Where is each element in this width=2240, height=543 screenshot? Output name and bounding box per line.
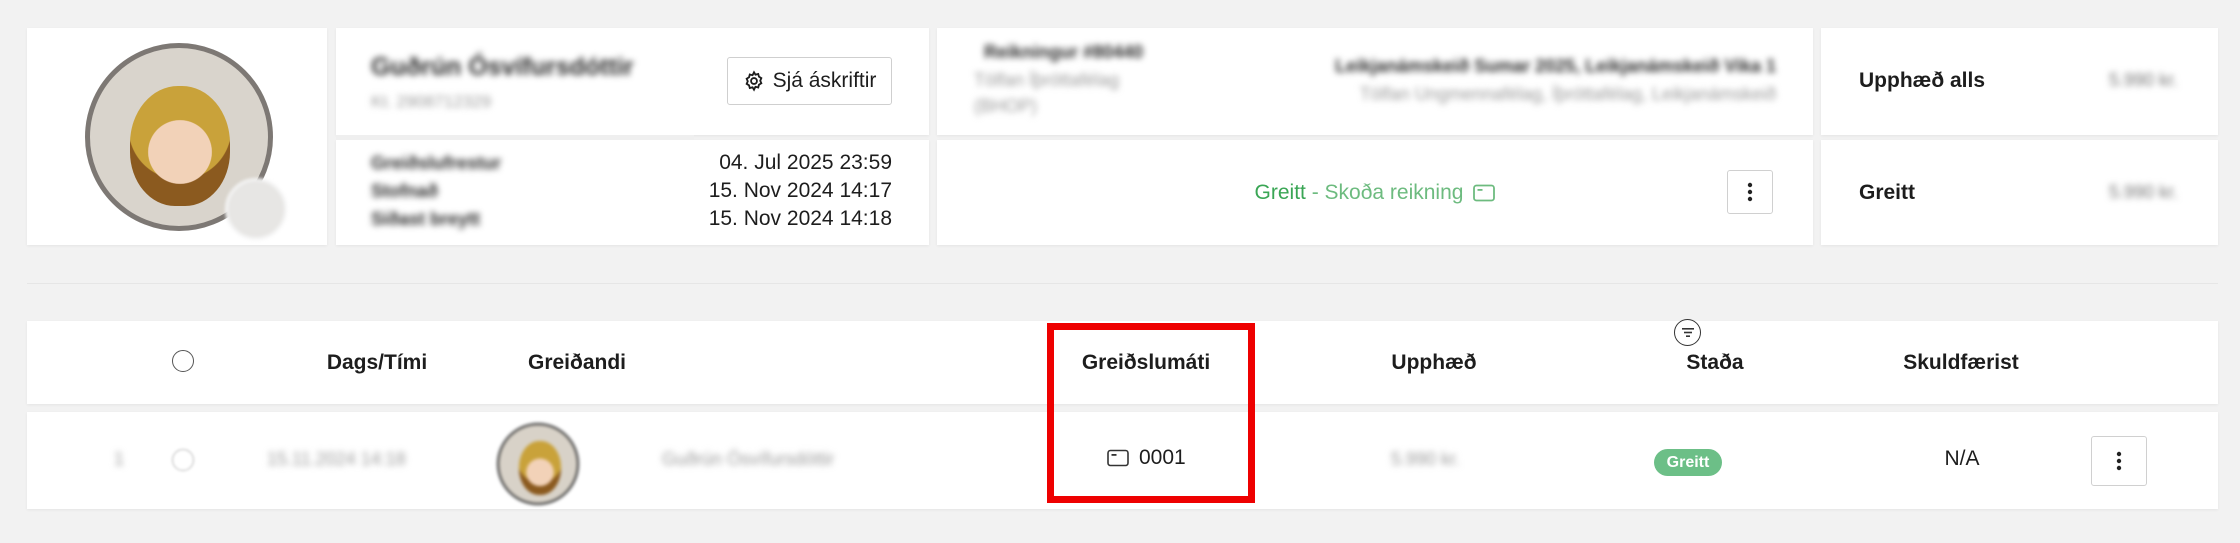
- paid-card: Greitt 5.990 kr.: [1821, 140, 2218, 245]
- row-date: 15.11.2024 14:18: [267, 449, 406, 469]
- more-vertical-icon: [1747, 182, 1753, 202]
- avatar-badge-icon: [225, 178, 287, 240]
- status-badge: Greitt: [1654, 449, 1722, 476]
- status-paid-text: Greitt: [1254, 180, 1306, 204]
- row-actions-button[interactable]: [2091, 436, 2147, 486]
- invoice-status: Greitt - Skoða reikning: [937, 140, 1813, 245]
- card-icon: [1473, 184, 1496, 201]
- invoice-number: Reikningur #80440: [984, 42, 1144, 62]
- total-card: Upphæð alls 5.990 kr.: [1821, 28, 2218, 135]
- invoice-status-card: Greitt - Skoða reikning: [937, 140, 1813, 245]
- filter-button[interactable]: [1674, 319, 1701, 346]
- row-select-radio[interactable]: [172, 449, 194, 471]
- row-payer-avatar: [497, 423, 579, 505]
- view-invoice-link[interactable]: - Skoða reikning: [1306, 181, 1464, 205]
- customer-id: Kt. 2908712329: [371, 92, 492, 111]
- column-header-charged[interactable]: Skuldfærist: [1841, 351, 2081, 375]
- customer-name: Guðrún Ósvífursdóttir: [371, 53, 634, 81]
- row-index: 1: [114, 449, 125, 469]
- invoice-info-card: Reikningur #80440 Tölfan Íþróttafélag (B…: [937, 28, 1813, 135]
- invoice-actions-button[interactable]: [1727, 170, 1773, 214]
- meta-label-modified: Síðast breytt: [371, 209, 481, 229]
- more-vertical-icon: [2116, 451, 2122, 471]
- row-charged: N/A: [1944, 447, 1980, 470]
- meta-label-due: Greiðslufrestur: [371, 153, 502, 173]
- view-subscriptions-button[interactable]: Sjá áskriftir: [727, 57, 892, 105]
- meta-label-created: Stofnað: [371, 181, 438, 201]
- meta-value-created: 15. Nov 2024 14:17: [708, 179, 892, 202]
- paid-label: Greitt: [1859, 181, 1916, 204]
- invoice-course-sub: Tölfan Ungmennafélag, Íþróttafélag, Leik…: [1359, 84, 1776, 104]
- column-header-status[interactable]: Staða: [1595, 351, 1835, 375]
- total-label: Upphæð alls: [1859, 69, 1986, 92]
- column-header-amount[interactable]: Upphæð: [1314, 351, 1554, 375]
- section-divider: [27, 283, 2218, 284]
- card-divider: [336, 135, 694, 140]
- row-amount: 5.990 kr.: [1391, 449, 1461, 469]
- invoice-course: Leikjanámskeið Sumar 2025, Leikjanámskei…: [1335, 56, 1776, 76]
- invoice-club: Tölfan Íþróttafélag: [974, 70, 1120, 90]
- view-subscriptions-label: Sjá áskriftir: [772, 69, 877, 92]
- highlight-box: [1047, 323, 1255, 503]
- filter-icon: [1681, 328, 1694, 337]
- gear-icon: [745, 70, 763, 92]
- paid-value: 5.990 kr.: [2108, 182, 2178, 202]
- avatar-image: [130, 86, 230, 206]
- customer-info-card: Guðrún Ósvífursdóttir Kt. 2908712329 Sjá…: [336, 28, 929, 135]
- meta-value-modified: 15. Nov 2024 14:18: [708, 207, 892, 230]
- invoice-club-sub: (BHOP): [974, 96, 1037, 116]
- select-all-radio[interactable]: [172, 350, 194, 372]
- column-header-payer[interactable]: Greiðandi: [457, 351, 697, 375]
- row-payer-name: Guðrún Ósvífursdóttir: [662, 449, 835, 469]
- dates-card: Greiðslufrestur Stofnað Síðast breytt 04…: [336, 140, 929, 245]
- total-value: 5.990 kr.: [2108, 70, 2178, 90]
- meta-value-due: 04. Jul 2025 23:59: [719, 151, 892, 174]
